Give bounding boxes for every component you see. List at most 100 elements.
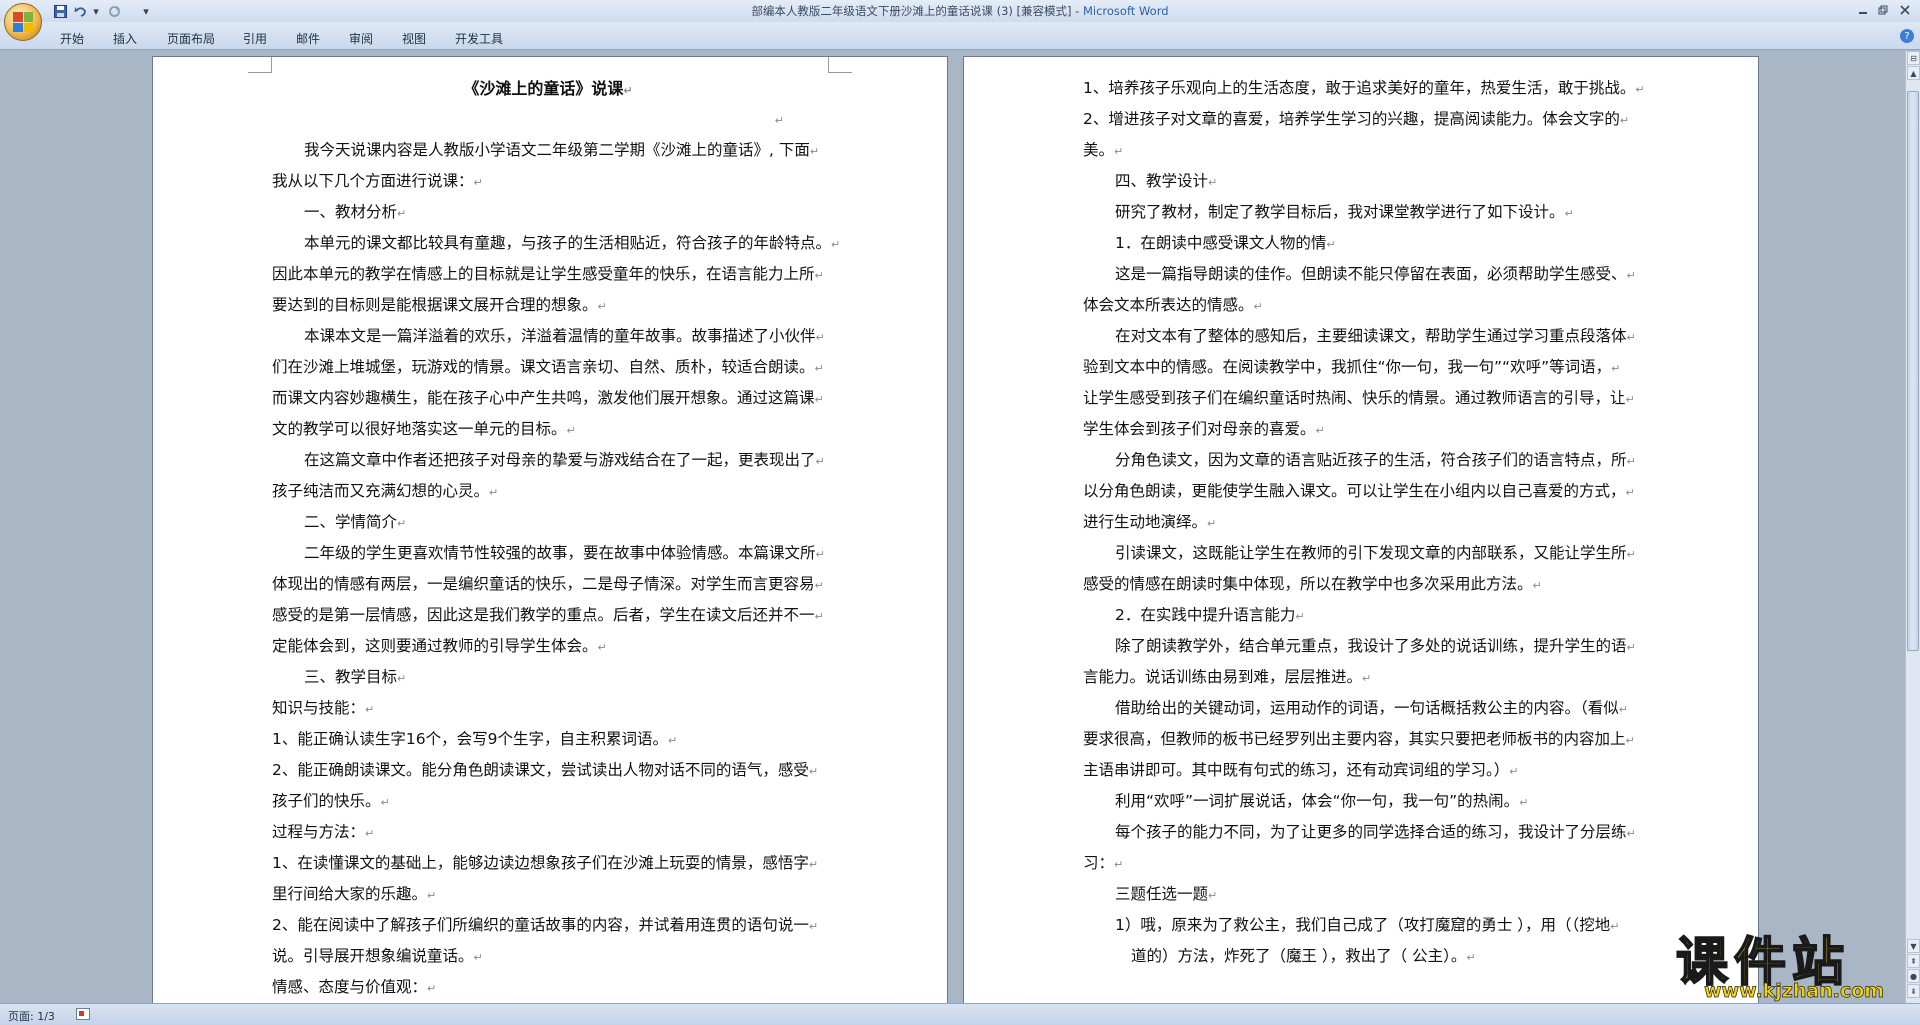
- paragraph-line[interactable]: 学生体会到孩子们对母亲的喜爱。↵: [1083, 414, 1635, 445]
- paragraph-line[interactable]: 1）哦，原来为了救公主，我们自己成了（攻打魔窟的勇士 ），用（（挖地↵: [1083, 910, 1635, 941]
- paragraph-line[interactable]: 除了朗读教学外，结合单元重点，我设计了多处的说话训练，提升学生的语↵: [1083, 631, 1636, 662]
- paragraph-mark: ↵: [1610, 920, 1620, 933]
- tab-home[interactable]: 开始: [60, 30, 84, 47]
- scroll-up-icon[interactable]: ▲: [1907, 66, 1920, 80]
- paragraph-line[interactable]: 2、增进孩子对文章的喜爱，培养学生学习的兴趣，提高阅读能力。体会文字的↵: [1083, 104, 1635, 135]
- paragraph-line[interactable]: 在对文本有了整体的感知后，主要细读课文，帮助学生通过学习重点段落体↵: [1083, 321, 1636, 352]
- minimize-button[interactable]: [1852, 3, 1874, 17]
- tab-page-layout[interactable]: 页面布局: [167, 30, 215, 47]
- paragraph-line[interactable]: 每个孩子的能力不同，为了让更多的同学选择合适的练习，我设计了分层练↵: [1083, 817, 1636, 848]
- page-counter[interactable]: 页面: 1/3: [8, 1008, 55, 1024]
- close-icon[interactable]: [1894, 3, 1916, 17]
- paragraph-line[interactable]: 引读课文，这既能让学生在教师的引下发现文章的内部联系，又能让学生所↵: [1083, 538, 1636, 569]
- paragraph-line[interactable]: 孩子纯洁而又充满幻想的心灵。↵: [272, 476, 824, 507]
- paragraph-line[interactable]: 文的教学可以很好地落实这一单元的目标。↵: [272, 414, 824, 445]
- line-text: 美。: [1083, 141, 1115, 159]
- paragraph-line[interactable]: 本课本文是一篇洋溢着的欢乐，洋溢着温情的童年故事。故事描述了小伙伴↵: [272, 321, 825, 352]
- paragraph-line[interactable]: 习：↵: [1083, 848, 1635, 879]
- line-text: 孩子们的快乐。: [272, 792, 381, 810]
- paragraph-line[interactable]: 因此本单元的教学在情感上的目标就是让学生感受童年的快乐，在语言能力上所↵: [272, 259, 824, 290]
- restore-button[interactable]: [1872, 3, 1894, 17]
- tab-references[interactable]: 引用: [243, 30, 267, 47]
- tab-view[interactable]: 视图: [402, 30, 426, 47]
- paragraph-line[interactable]: 我从以下几个方面进行说课：↵: [272, 166, 824, 197]
- line-text: 二、学情简介: [304, 513, 398, 531]
- paragraph-mark: ↵: [1466, 951, 1476, 964]
- window-title: 部编本人教版二年级语文下册沙滩上的童话说课 (3) [兼容模式] - Micro…: [0, 3, 1920, 19]
- paragraph-line[interactable]: 们在沙滩上堆城堡，玩游戏的情景。课文语言亲切、自然、质朴，较适合朗读。↵: [272, 352, 824, 383]
- paragraph-line[interactable]: 1、能正确认读生字16个，会写9个生字，自主积累词语。↵: [272, 724, 824, 755]
- paragraph-line[interactable]: 2．在实践中提升语言能力↵: [1083, 600, 1635, 631]
- paragraph-line[interactable]: 定能体会到，这则要通过教师的引导学生体会。↵: [272, 631, 824, 662]
- paragraph-line[interactable]: 里行间给大家的乐趣。↵: [272, 879, 824, 910]
- paragraph-line[interactable]: 1、培养孩子乐观向上的生活态度，敢于追求美好的童年，热爱生活，敢于挑战。↵: [1083, 73, 1645, 104]
- paragraph-line[interactable]: 我今天说课内容是人教版小学语文二年级第二学期《沙滩上的童话》, 下面↵: [272, 135, 824, 166]
- paragraph-mark: ↵: [473, 951, 483, 964]
- paragraph-line[interactable]: 验到文本中的情感。在阅读教学中，我抓住“你一句，我一句”“欢呼”等词语，↵: [1083, 352, 1635, 383]
- paragraph-line[interactable]: 利用“欢呼”一词扩展说话，体会“你一句，我一句”的热闹。↵: [1083, 786, 1635, 817]
- tab-mailings[interactable]: 邮件: [296, 30, 320, 47]
- paragraph-line[interactable]: 本单元的课文都比较具有童趣，与孩子的生活相贴近，符合孩子的年龄特点。↵: [272, 228, 840, 259]
- paragraph-line[interactable]: 言能力。说话训练由易到难，层层推进。↵: [1083, 662, 1635, 693]
- paragraph-line[interactable]: 知识与技能：↵: [272, 693, 824, 724]
- paragraph-mark: ↵: [365, 827, 375, 840]
- paragraph-line[interactable]: 道的）方法，炸死了（魔王 ），救出了（ 公主）。↵: [1083, 941, 1635, 972]
- paragraph-line[interactable]: 过程与方法：↵: [272, 817, 824, 848]
- paragraph-line[interactable]: 四、教学设计↵: [1083, 166, 1635, 197]
- line-text: 主语串讲即可。其中既有句式的练习，还有动宾词组的学习。）: [1083, 761, 1510, 779]
- paragraph-line[interactable]: 体会文本所表达的情感。↵: [1083, 290, 1635, 321]
- empty-paragraph: ↵: [774, 114, 784, 127]
- paragraph-line[interactable]: 三、教学目标↵: [272, 662, 824, 693]
- scrollbar-thumb[interactable]: [1907, 91, 1919, 651]
- paragraph-line[interactable]: 分角色读文，因为文章的语言贴近孩子的生活，符合孩子们的语言特点，所↵: [1083, 445, 1636, 476]
- office-button[interactable]: [4, 3, 42, 41]
- paragraph-line[interactable]: 进行生动地演绎。↵: [1083, 507, 1635, 538]
- paragraph-line[interactable]: 让学生感受到孩子们在编织童话时热闹、快乐的情景。通过教师语言的引导，让↵: [1083, 383, 1635, 414]
- paragraph-line[interactable]: 美。↵: [1083, 135, 1635, 166]
- paragraph-line[interactable]: 而课文内容妙趣横生，能在孩子心中产生共鸣，激发他们展开想象。通过这篇课↵: [272, 383, 824, 414]
- paragraph-line[interactable]: 主语串讲即可。其中既有句式的练习，还有动宾词组的学习。）↵: [1083, 755, 1635, 786]
- line-text: 因此本单元的教学在情感上的目标就是让学生感受童年的快乐，在语言能力上所: [272, 265, 815, 283]
- paragraph-line[interactable]: 要达到的目标则是能根据课文展开合理的想象。↵: [272, 290, 824, 321]
- document-page-2[interactable]: 1、培养孩子乐观向上的生活态度，敢于追求美好的童年，热爱生活，敢于挑战。↵ 2、增…: [963, 56, 1759, 1016]
- line-text: 四、教学设计: [1115, 172, 1209, 190]
- paragraph-mark: ↵: [473, 176, 483, 189]
- page-2-text[interactable]: 1、培养孩子乐观向上的生活态度，敢于追求美好的童年，热爱生活，敢于挑战。↵ 2、增…: [1083, 73, 1645, 972]
- paragraph-mark: ↵: [814, 269, 824, 282]
- paragraph-line[interactable]: 在这篇文章中作者还把孩子对母亲的挚爱与游戏结合在了一起，更表现出了↵: [272, 445, 825, 476]
- paragraph-line[interactable]: 说。引导展开想象编说童话。↵: [272, 941, 824, 972]
- paragraph-line[interactable]: 三题任选一题↵: [1083, 879, 1635, 910]
- document-page-1[interactable]: 《沙滩上的童话》说课↵ ↵ 我今天说课内容是人教版小学语文二年级第二学期《沙滩上…: [152, 56, 948, 1016]
- paragraph-mark: ↵: [1362, 672, 1372, 685]
- ruler-toggle-icon[interactable]: ⊟: [1907, 51, 1920, 65]
- paragraph-line[interactable]: 情感、态度与价值观：↵: [272, 972, 824, 1003]
- paragraph-line[interactable]: 1．在朗读中感受课文人物的情↵: [1083, 228, 1635, 259]
- paragraph-line[interactable]: 借助给出的关键动词，运用动作的词语，一句话概括救公主的内容。（看似↵: [1083, 693, 1635, 724]
- paragraph-line[interactable]: 2、能正确朗读课文。能分角色朗读课文，尝试读出人物对话不同的语气，感受↵: [272, 755, 824, 786]
- paragraph-line[interactable]: 感受的是第一层情感，因此这是我们教学的重点。后者，学生在读文后还并不一↵: [272, 600, 824, 631]
- tab-developer[interactable]: 开发工具: [455, 30, 503, 47]
- paragraph-line[interactable]: 孩子们的快乐。↵: [272, 786, 824, 817]
- paragraph-line[interactable]: 1、在读懂课文的基础上，能够边读边想象孩子们在沙滩上玩耍的情景，感悟字↵: [272, 848, 824, 879]
- paragraph-line[interactable]: 二年级的学生更喜欢情节性较强的故事，要在故事中体验情感。本篇课文所↵: [272, 538, 825, 569]
- paragraph-line[interactable]: 这是一篇指导朗读的佳作。但朗读不能只停留在表面，必须帮助学生感受、↵: [1083, 259, 1636, 290]
- paragraph-line[interactable]: 二、学情简介↵: [272, 507, 824, 538]
- paragraph-line[interactable]: 以分角色朗读，更能使学生融入课文。可以让学生在小组内以自己喜爱的方式，↵: [1083, 476, 1635, 507]
- paragraph-line[interactable]: 一、教材分析↵: [272, 197, 824, 228]
- paragraph-line[interactable]: 体现出的情感有两层，一是编织童话的快乐，二是母子情深。对学生而言更容易↵: [272, 569, 824, 600]
- tab-insert[interactable]: 插入: [113, 30, 137, 47]
- paragraph-line[interactable]: 研究了教材，制定了教学目标后，我对课堂教学进行了如下设计。↵: [1083, 197, 1635, 228]
- proofing-icon[interactable]: [76, 1008, 90, 1020]
- tab-review[interactable]: 审阅: [349, 30, 373, 47]
- vertical-scrollbar[interactable]: ⊟ ▲ ▼ ⇞ ● ⇟: [1905, 51, 1920, 1003]
- paragraph-line[interactable]: 2、能在阅读中了解孩子们所编织的童话故事的内容，并试着用连贯的语句说一↵: [272, 910, 824, 941]
- paragraph-mark: ↵: [1618, 703, 1628, 716]
- help-icon[interactable]: ?: [1900, 29, 1914, 43]
- paragraph-line[interactable]: 要求很高，但教师的板书已经罗列出主要内容，其实只要把老师板书的内容加上↵: [1083, 724, 1635, 755]
- line-text: 三题任选一题: [1115, 885, 1209, 903]
- paragraph-line[interactable]: 感受的情感在朗读时集中体现，所以在教学中也多次采用此方法。↵: [1083, 569, 1635, 600]
- paragraph-mark: ↵: [597, 641, 607, 654]
- line-text: 道的）方法，炸死了（魔王 ），救出了（ 公主）。: [1131, 947, 1467, 965]
- page-1-text[interactable]: 《沙滩上的童话》说课↵ ↵ 我今天说课内容是人教版小学语文二年级第二学期《沙滩上…: [272, 73, 840, 1003]
- paragraph-mark: ↵: [1532, 579, 1542, 592]
